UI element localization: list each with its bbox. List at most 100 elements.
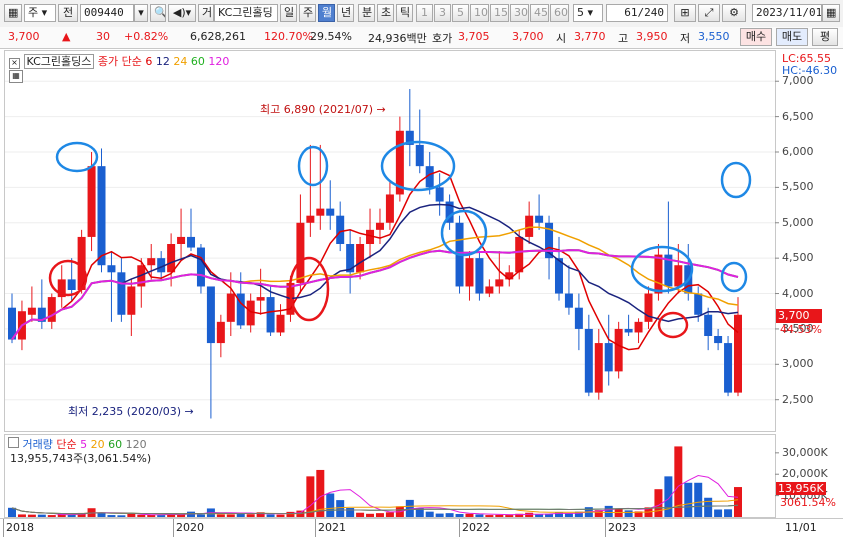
volume-bar xyxy=(495,514,504,517)
table-view-icon[interactable]: ▦ xyxy=(9,70,23,83)
chart-legend: × KC그린홀딩스 종가 단순 6 12 24 60 120 xyxy=(9,53,229,69)
highlight-circle-blue xyxy=(440,209,488,257)
volume-last-tag: 13,956K xyxy=(776,482,826,495)
volume-bar xyxy=(684,482,693,517)
candle-body xyxy=(196,247,205,287)
candle-body xyxy=(505,272,514,280)
candle-body xyxy=(206,286,215,344)
price-axis-label: 5,000 xyxy=(782,215,814,229)
volume-bar xyxy=(346,508,355,517)
candle-body xyxy=(177,236,186,244)
legend-ma60: 60 xyxy=(190,55,205,68)
candle-body xyxy=(216,321,225,344)
legend-ma12: 12 xyxy=(155,55,170,68)
volume-bar xyxy=(455,514,464,517)
candle-body xyxy=(475,258,484,294)
candle-body xyxy=(27,307,36,315)
candle-body xyxy=(375,222,384,230)
highlight-circle-red xyxy=(288,256,330,322)
legend-close-icon[interactable]: × xyxy=(9,58,20,69)
time-axis-label: 2022 xyxy=(462,521,490,534)
volume-bar xyxy=(425,511,434,517)
volume-bar xyxy=(107,515,116,517)
price-axis-label: 3,000 xyxy=(782,357,814,371)
candle-body xyxy=(674,265,683,287)
high-annotation-text: 최고 6,890 (2021/07) xyxy=(260,103,374,116)
volume-bar xyxy=(127,513,136,517)
candle-body xyxy=(276,314,285,333)
candle-body xyxy=(465,258,474,287)
volume-axis-label: 20,000K xyxy=(782,467,828,481)
price-axis-label: 6,500 xyxy=(782,109,814,123)
volume-bar xyxy=(157,515,166,517)
volume-bar xyxy=(17,514,26,517)
price-axis-label: 4,500 xyxy=(782,251,814,265)
candle-body xyxy=(256,297,265,301)
candle-body xyxy=(107,265,116,273)
time-axis: 2018 2020 2021 2022 2023 11/01 xyxy=(0,518,843,540)
volume-bar xyxy=(137,514,146,517)
volume-bar xyxy=(326,493,335,517)
highlight-circle-blue xyxy=(55,141,99,173)
legend-ma120: 120 xyxy=(208,55,230,68)
volume-bar xyxy=(37,514,46,517)
highlight-circle-red xyxy=(657,311,689,339)
highlight-circle-blue xyxy=(720,161,752,199)
candle-body xyxy=(574,307,583,329)
volume-bar xyxy=(366,513,375,517)
candle-body xyxy=(714,336,723,344)
candle-body xyxy=(415,144,424,167)
high-annotation: 최고 6,890 (2021/07) → xyxy=(260,101,386,117)
candle-body xyxy=(127,286,136,315)
volume-bar xyxy=(604,505,613,517)
volume-bar xyxy=(664,476,673,517)
legend-ma24: 24 xyxy=(173,55,188,68)
volume-bar xyxy=(27,514,36,517)
volume-bar xyxy=(375,513,384,517)
volume-bar xyxy=(196,514,205,517)
candle-body xyxy=(356,244,365,273)
last-price-pct: 44.53% xyxy=(780,323,822,336)
candle-body xyxy=(604,343,613,372)
candle-body xyxy=(435,187,444,202)
candle-body xyxy=(525,215,534,237)
candle-body xyxy=(316,208,325,216)
time-axis-tick xyxy=(315,519,316,537)
volume-bar xyxy=(624,510,633,517)
volume-bar xyxy=(564,513,573,517)
time-axis-tick xyxy=(173,519,174,537)
legend-stock-name[interactable]: KC그린홀딩스 xyxy=(23,54,95,69)
volume-bar xyxy=(714,509,723,517)
candle-body xyxy=(594,343,603,393)
candle-body xyxy=(634,321,643,333)
volume-bar xyxy=(385,512,394,517)
time-axis-label: 2018 xyxy=(6,521,34,534)
candle-body xyxy=(167,244,176,273)
price-axis-label: 6,000 xyxy=(782,145,814,158)
price-axis-label: 5,500 xyxy=(782,180,814,194)
candle-body xyxy=(515,236,524,273)
candle-body xyxy=(296,222,305,283)
candle-body xyxy=(226,293,235,322)
price-axis-label: 7,000 xyxy=(782,74,814,88)
candle-body xyxy=(187,236,196,248)
candle-body xyxy=(535,215,544,223)
volume-legend-icon xyxy=(8,437,19,448)
volume-bar xyxy=(276,514,285,517)
time-axis-label: 11/01 xyxy=(785,521,817,534)
volume-last-pct: 3061.54% xyxy=(780,496,836,509)
volume-bar xyxy=(246,514,255,517)
candle-body xyxy=(495,279,504,287)
time-axis-tick xyxy=(3,519,4,537)
candle-body xyxy=(117,272,126,315)
candle-body xyxy=(326,208,335,216)
volume-bar xyxy=(117,515,126,517)
candle-body xyxy=(614,328,623,372)
time-axis-label: 2021 xyxy=(318,521,346,534)
candle-body xyxy=(724,343,733,393)
candle-body xyxy=(704,314,713,336)
time-axis-label: 2023 xyxy=(608,521,636,534)
legend-ma6: 6 xyxy=(145,55,153,68)
candle-body xyxy=(87,166,96,237)
candle-body xyxy=(734,314,742,393)
